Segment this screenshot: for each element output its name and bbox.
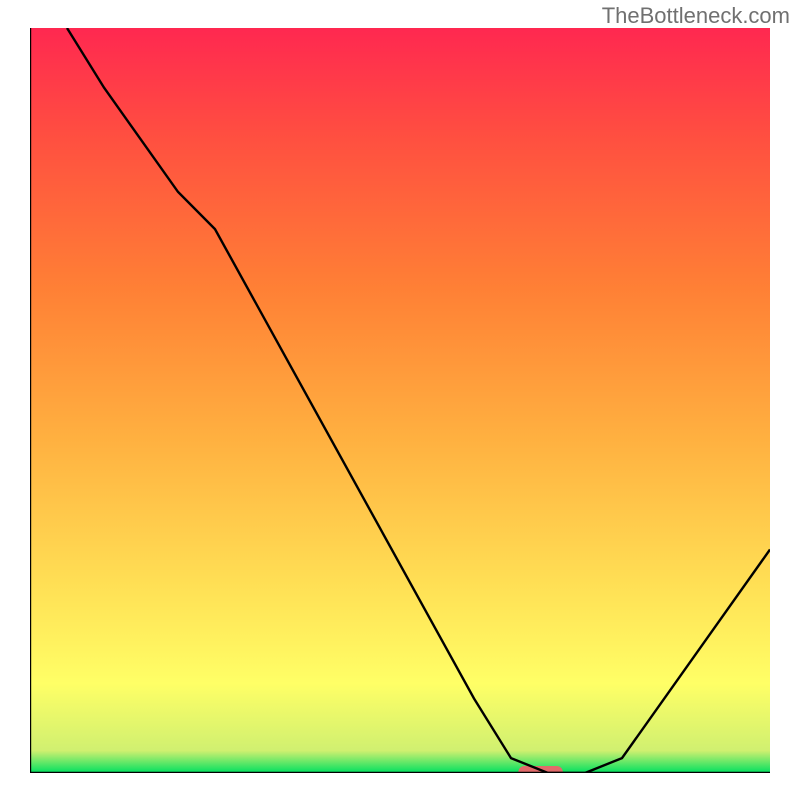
chart-plot-area bbox=[30, 28, 770, 773]
watermark-text: TheBottleneck.com bbox=[602, 3, 790, 29]
chart-svg bbox=[30, 28, 770, 773]
